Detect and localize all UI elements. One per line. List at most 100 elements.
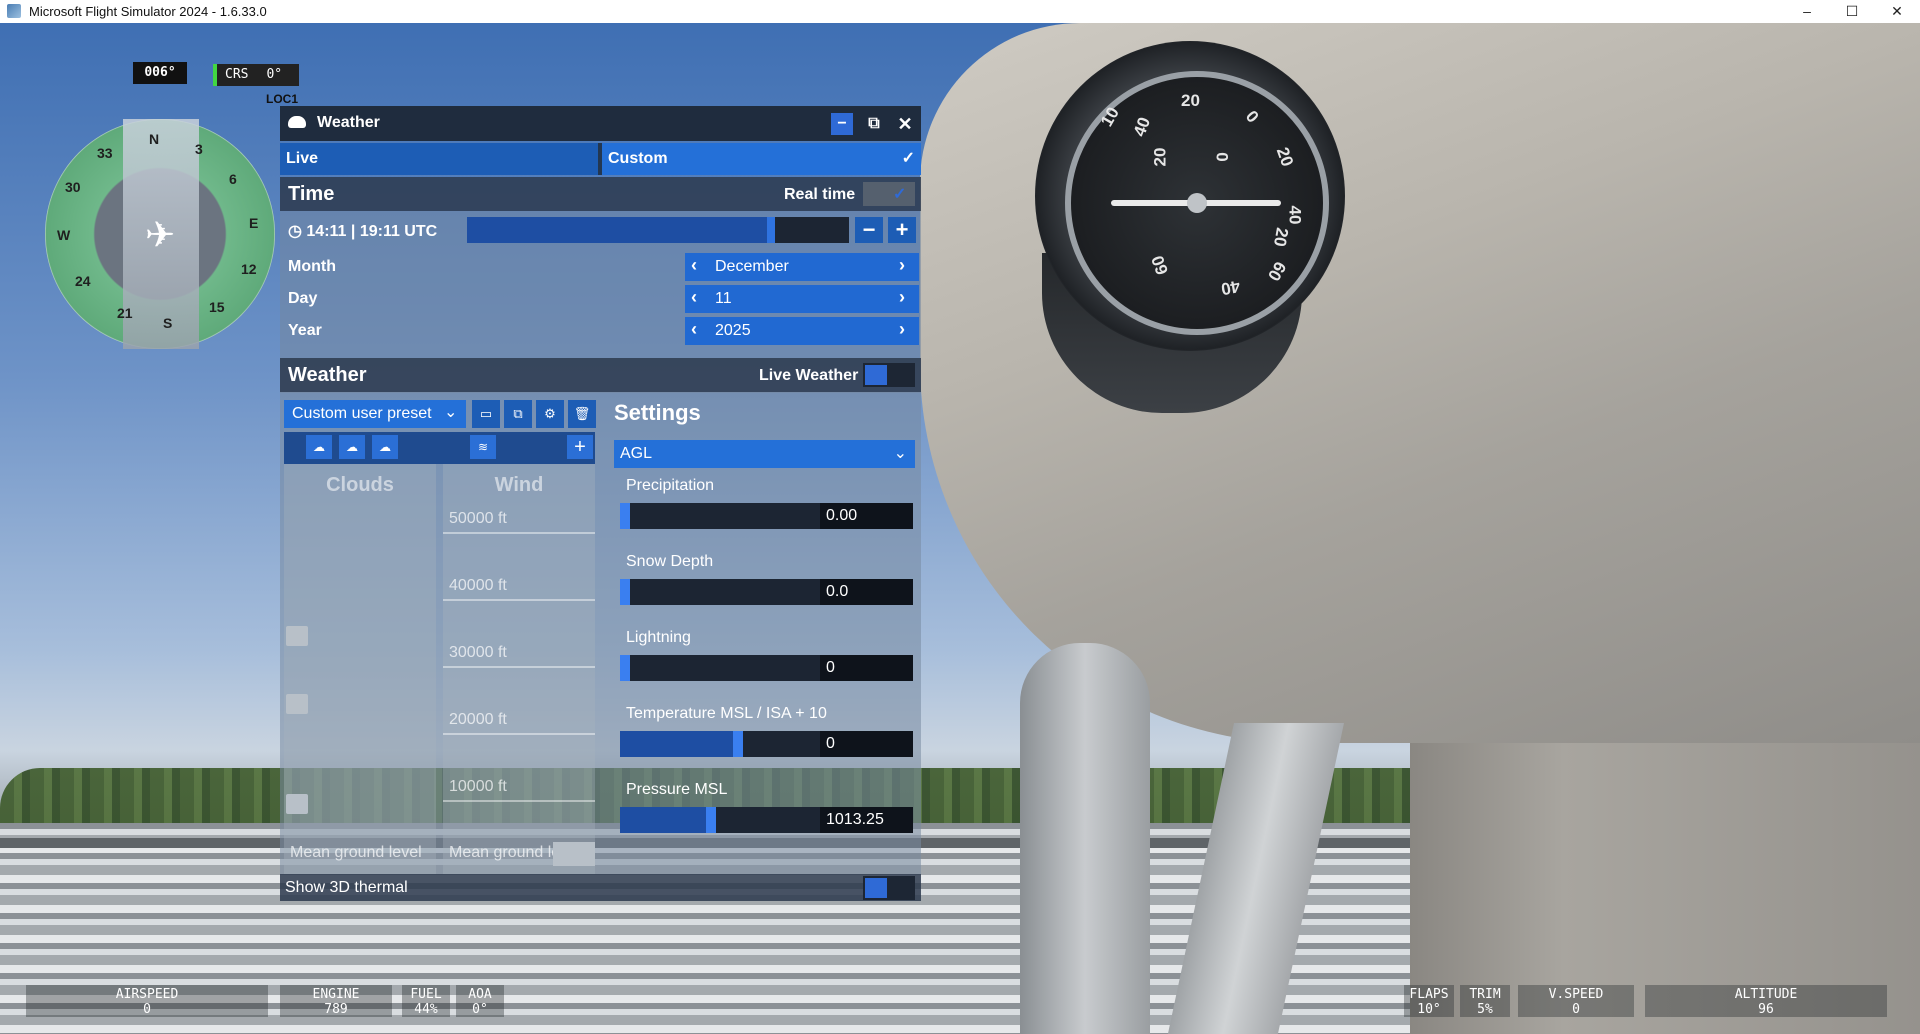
time-row: ◷ 14:11 | 19:11 UTC − +	[280, 211, 921, 247]
cloud-layer-icon[interactable]: ☁	[306, 435, 332, 459]
cloud-layer-marker-icon[interactable]	[286, 626, 308, 646]
slider-thumb[interactable]	[706, 807, 716, 833]
temperature-value[interactable]: 0	[820, 731, 913, 757]
temperature-label: Temperature MSL / ISA + 10	[626, 705, 827, 722]
cloud-layer-icon[interactable]: ☁	[372, 435, 398, 459]
gauge-number: 20	[1269, 226, 1292, 249]
hud-engine: ENGINE 789	[280, 985, 392, 1017]
snow-depth-value[interactable]: 0.0	[820, 579, 913, 605]
trash-icon[interactable]: 🗑	[568, 400, 596, 428]
slider-thumb[interactable]	[620, 655, 630, 681]
gauge-number: 0	[1212, 152, 1232, 162]
copy-preset-icon[interactable]: ⧉	[504, 400, 532, 428]
panel-minimize-button[interactable]: −	[831, 113, 853, 135]
hud-trim: TRIM 5%	[1460, 985, 1510, 1017]
temperature-slider[interactable]: 0	[620, 731, 913, 757]
toggle-knob	[865, 365, 887, 385]
gauge-number: 60	[1147, 253, 1173, 278]
snow-depth-slider[interactable]: 0.0	[620, 579, 913, 605]
gear-icon[interactable]: ⚙	[536, 400, 564, 428]
tab-custom[interactable]: Custom ✓	[602, 143, 921, 175]
save-preset-icon[interactable]: ▭	[472, 400, 500, 428]
time-slider-thumb[interactable]	[767, 217, 775, 243]
show-3d-thermal-toggle[interactable]	[863, 876, 915, 900]
snow-depth-label: Snow Depth	[626, 553, 714, 570]
slider-fill	[620, 807, 706, 833]
day-row: Day ‹ 11 ›	[280, 283, 921, 315]
maximize-button[interactable]: ☐	[1829, 0, 1875, 23]
altitude-reference-dropdown[interactable]: AGL ⌄	[614, 440, 915, 468]
wind-altitude-label: 30000 ft	[449, 644, 507, 661]
slider-thumb[interactable]	[620, 579, 630, 605]
compass-label: N	[149, 131, 160, 147]
clouds-column[interactable]: Clouds Mean ground level	[284, 464, 436, 874]
chevron-left-icon[interactable]: ‹	[691, 255, 697, 276]
hud-label: V.SPEED	[1548, 987, 1604, 1002]
chevron-left-icon[interactable]: ‹	[691, 287, 697, 308]
gauge-number: 20	[1150, 147, 1170, 167]
preset-dropdown[interactable]: Custom user preset ⌄	[284, 400, 466, 428]
weather-panel-header[interactable]: Weather − ⧉ ✕	[280, 106, 921, 141]
wind-column[interactable]: Wind 50000 ft 40000 ft 30000 ft 20000 ft…	[443, 464, 595, 874]
time-section-header: Time Real time ✓	[280, 177, 921, 211]
outside-air-temperature-gauge: 10 20 0 20 40 60 40 20 0 20 40 60	[1065, 71, 1329, 335]
day-value: 11	[715, 290, 732, 307]
gauge-hub	[1187, 193, 1207, 213]
time-slider[interactable]	[467, 217, 849, 243]
month-selector: ‹ December ›	[685, 253, 919, 281]
panel-popout-button[interactable]: ⧉	[863, 113, 885, 135]
wind-layer-icon[interactable]: ≋	[470, 435, 496, 459]
month-value: December	[715, 258, 789, 275]
lightning-value[interactable]: 0	[820, 655, 913, 681]
window-title: Microsoft Flight Simulator 2024 - 1.6.33…	[29, 4, 267, 19]
cloud-layer-marker-icon[interactable]	[286, 694, 308, 714]
lightning-slider[interactable]: 0	[620, 655, 913, 681]
precipitation-slider[interactable]: 0.00	[620, 503, 913, 529]
weather-mode-tabs: Live Custom ✓	[280, 143, 921, 175]
wind-layer-marker-icon[interactable]	[553, 842, 595, 866]
pressure-slider[interactable]: 1013.25	[620, 807, 913, 833]
tab-live[interactable]: Live	[280, 143, 598, 175]
toggle-knob	[865, 878, 887, 898]
precipitation-value[interactable]: 0.00	[820, 503, 913, 529]
real-time-checkbox[interactable]: ✓	[863, 182, 915, 206]
add-layer-button[interactable]: +	[567, 435, 593, 459]
pressure-value[interactable]: 1013.25	[820, 807, 913, 833]
chevron-left-icon[interactable]: ‹	[691, 319, 697, 340]
compass-label: 21	[117, 305, 133, 321]
heading-readout: 006°	[133, 62, 187, 84]
hud-label: AIRSPEED	[115, 987, 179, 1002]
time-plus-button[interactable]: +	[888, 217, 916, 243]
cloud-layer-marker-icon[interactable]	[286, 794, 308, 814]
weather-panel: Weather − ⧉ ✕ Live Custom ✓ Time Real tim…	[280, 106, 921, 901]
close-button[interactable]: ✕	[1874, 0, 1920, 23]
crs-value: 0°	[266, 67, 283, 82]
course-readout: CRS 0°	[213, 64, 299, 86]
slider-thumb[interactable]	[620, 503, 630, 529]
year-label: Year	[288, 322, 322, 339]
chevron-right-icon[interactable]: ›	[899, 255, 905, 276]
gauge-number: 40	[1129, 114, 1155, 139]
cloud-layer-icon[interactable]: ☁	[339, 435, 365, 459]
gauge-number: 40	[1285, 205, 1305, 225]
gauge-number: 0	[1241, 106, 1263, 127]
landing-gear-strut	[1020, 643, 1150, 1034]
gauge-number: 40	[1219, 276, 1242, 299]
hud-value: 96	[1758, 1002, 1774, 1017]
panel-close-button[interactable]: ✕	[894, 113, 916, 135]
altitude-line	[443, 599, 595, 601]
localizer-label: LOC1	[266, 92, 299, 106]
year-value: 2025	[715, 322, 751, 339]
chevron-right-icon[interactable]: ›	[899, 319, 905, 340]
slider-thumb[interactable]	[733, 731, 743, 757]
clouds-ground-label: Mean ground level	[290, 844, 422, 861]
hud-label: AOA	[468, 987, 492, 1002]
chevron-right-icon[interactable]: ›	[899, 287, 905, 308]
live-weather-toggle[interactable]	[863, 363, 915, 387]
month-row: Month ‹ December ›	[280, 251, 921, 283]
hud-flaps: FLAPS 10°	[1404, 985, 1454, 1017]
app-icon	[7, 4, 21, 18]
altitude-line	[443, 666, 595, 668]
minimize-button[interactable]: –	[1784, 0, 1830, 23]
time-minus-button[interactable]: −	[855, 217, 883, 243]
